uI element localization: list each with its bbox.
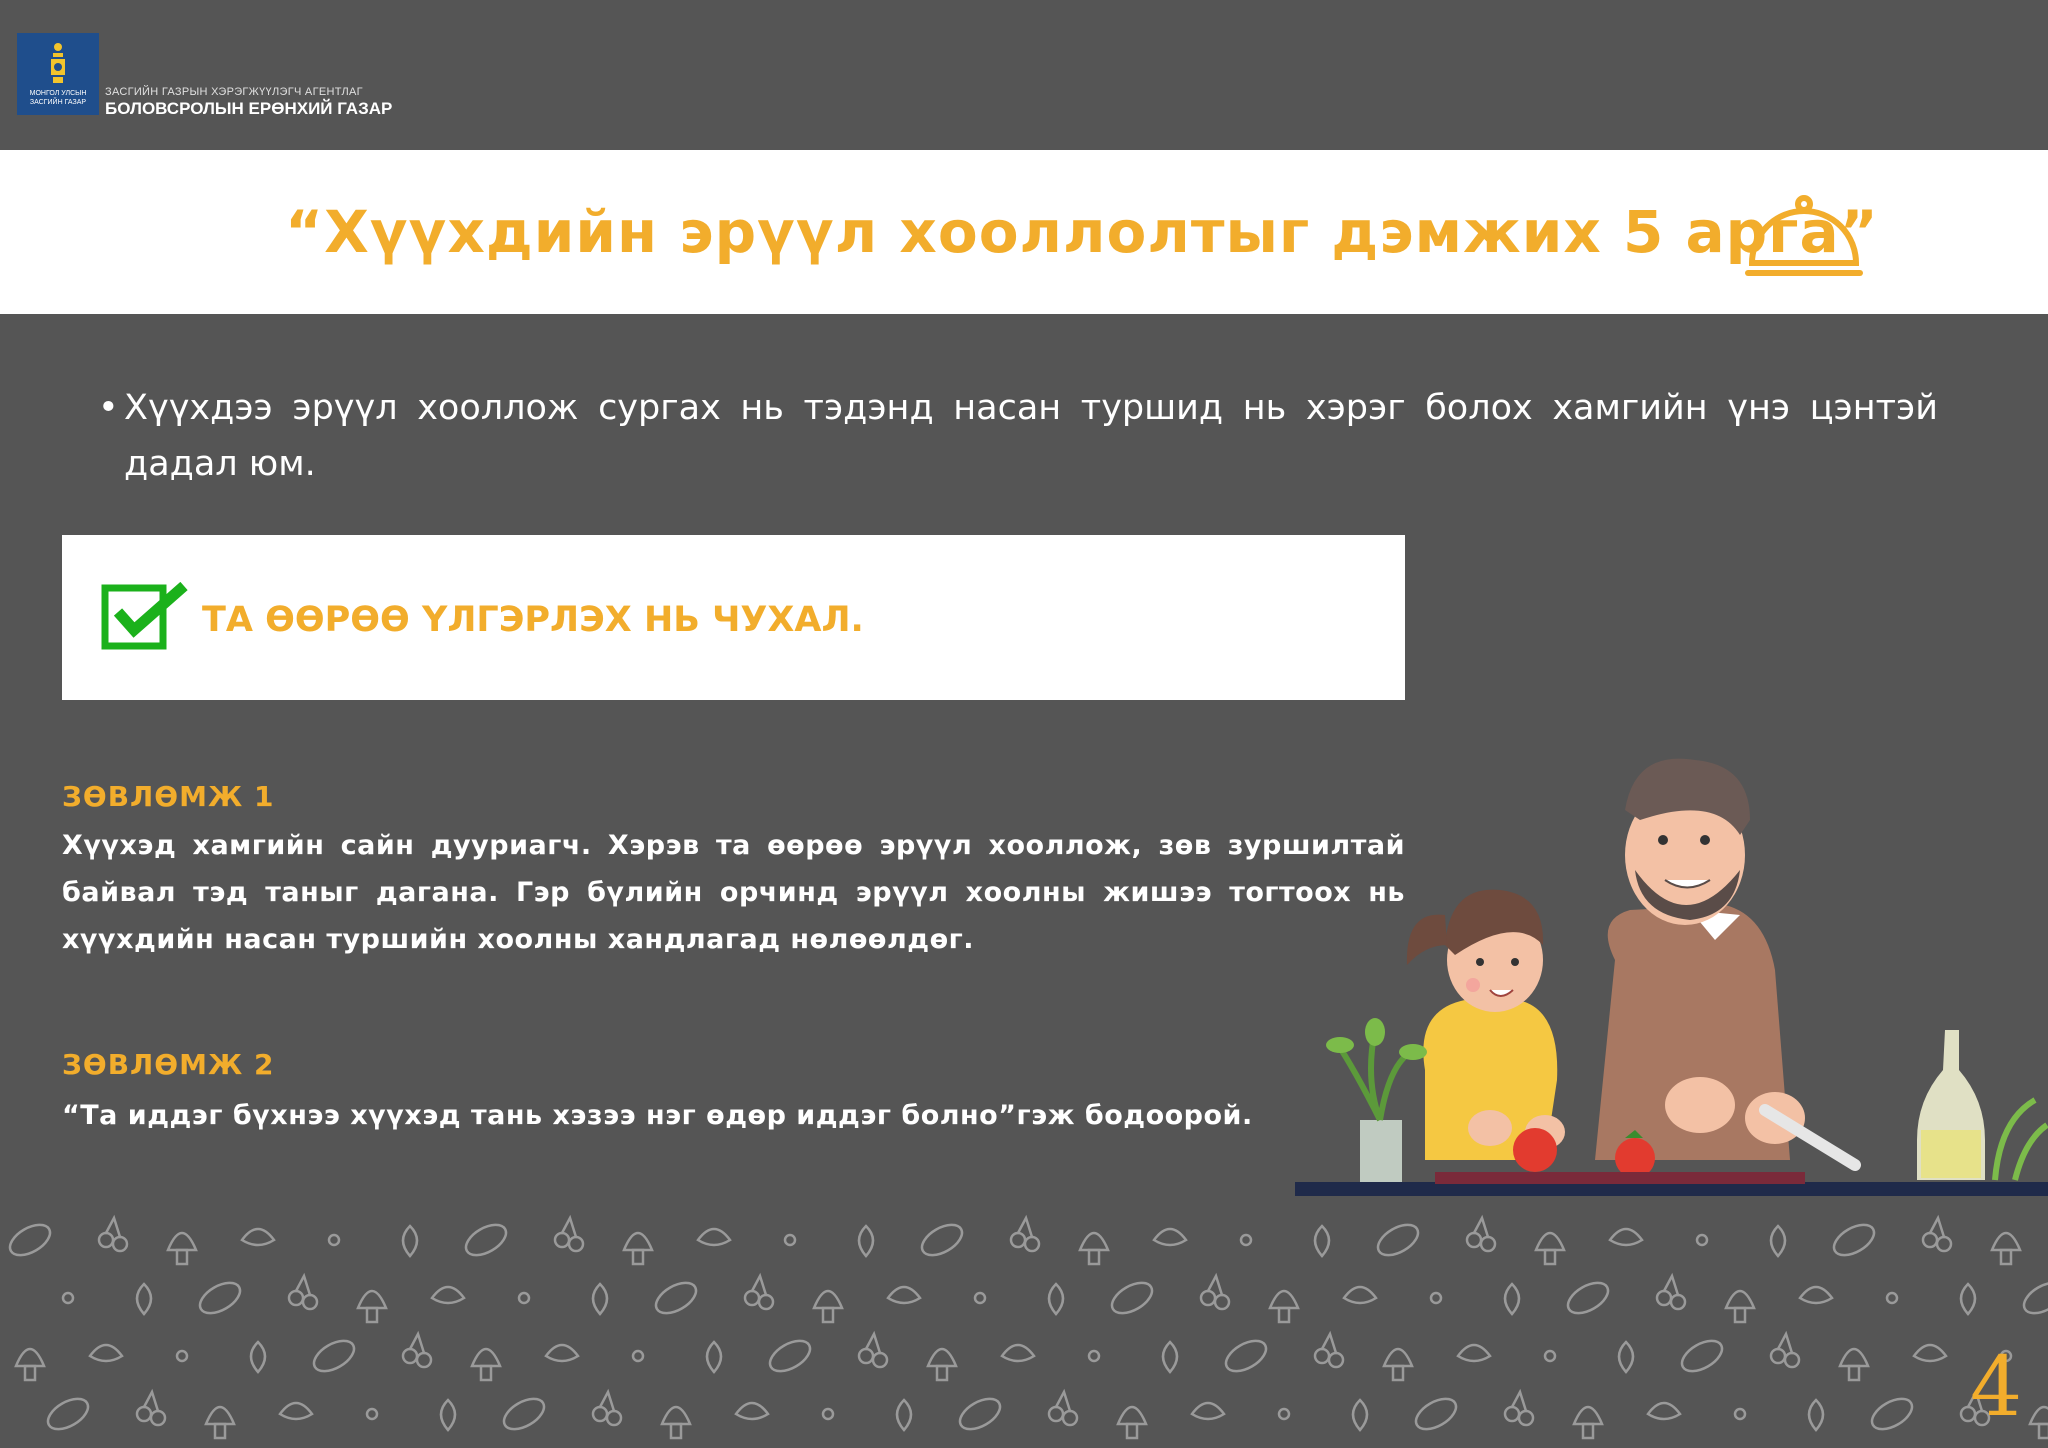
header-bar bbox=[0, 0, 2048, 150]
tip-1-text: Хүүхэд хамгийн сайн дууриагч. Хэрэв та ө… bbox=[62, 830, 1405, 955]
highlight-text: ТА ӨӨРӨӨ ҮЛГЭРЛЭХ НЬ ЧУХАЛ. bbox=[202, 600, 864, 640]
page-number: 4 bbox=[1970, 1340, 2023, 1435]
intro-text: Хүүхдээ эрүүл хооллож сургах нь тэдэнд н… bbox=[124, 388, 1938, 484]
logo-agency-text: ЗАСГИЙН ГАЗРЫН ХЭРЭГЖҮҮЛЭГЧ АГЕНТЛАГ bbox=[105, 86, 363, 98]
bullet-marker: • bbox=[98, 388, 119, 428]
food-doodle-pattern bbox=[8, 1214, 2048, 1440]
tip-2-text: “Та иддэг бүхнээ хүүхэд тань хэзээ нэг ө… bbox=[62, 1100, 1253, 1131]
logo-emblem: МОНГОЛ УЛСЫН ЗАСГИЙН ГАЗАР bbox=[17, 33, 99, 115]
logo-emblem-caption2: ЗАСГИЙН ГАЗАР bbox=[30, 97, 86, 106]
logo-org-name: БОЛОВСРОЛЫН ЕРӨНХИЙ ГАЗАР bbox=[105, 99, 393, 118]
cloche-icon bbox=[1745, 195, 1863, 276]
tip-2-heading: ЗӨВЛӨМЖ 2 bbox=[62, 1048, 275, 1081]
checkbox-checked-icon bbox=[101, 582, 188, 650]
soyombo-emblem-icon: МОНГОЛ УЛСЫН ЗАСГИЙН ГАЗАР bbox=[17, 33, 99, 115]
tip-1-heading: ЗӨВЛӨМЖ 1 bbox=[62, 780, 275, 813]
page-title: “Хүүхдийн эрүүл хооллолтыг дэмжих 5 арга… bbox=[285, 198, 1879, 266]
intro-bullet: • Хүүхдээ эрүүл хооллож сургах нь тэдэнд… bbox=[98, 380, 1938, 492]
father-daughter-cooking-illustration bbox=[1295, 758, 2048, 1196]
logo-emblem-caption1: МОНГОЛ УЛСЫН bbox=[30, 90, 87, 97]
